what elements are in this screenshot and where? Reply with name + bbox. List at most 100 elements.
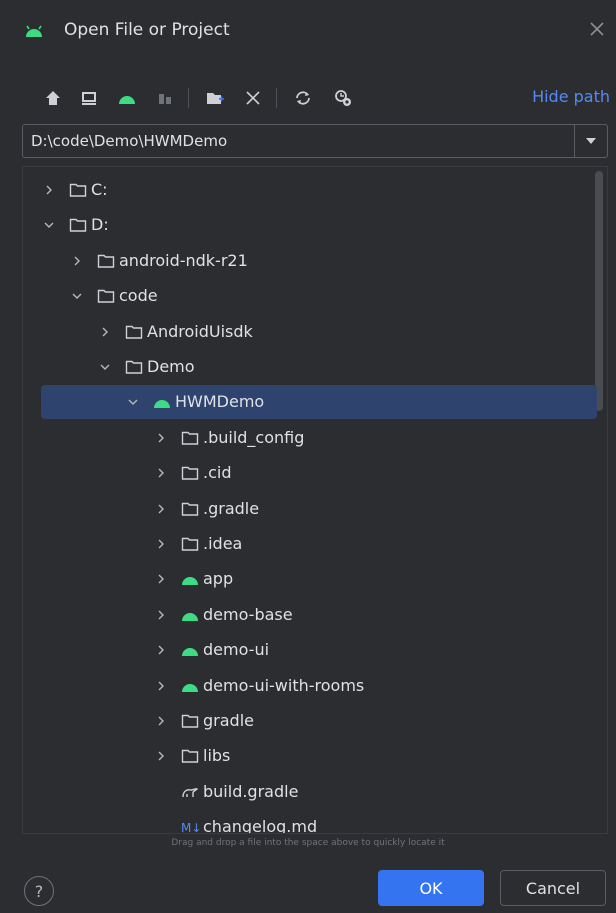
android-module-icon	[182, 577, 198, 586]
tree-item-label: demo-ui	[203, 640, 270, 660]
android-icon	[26, 25, 42, 37]
refresh-button[interactable]	[292, 87, 314, 109]
tree-item-label: libs	[203, 746, 231, 766]
folder-icon	[97, 254, 115, 268]
tree-item-label: C:	[91, 180, 108, 199]
delete-button[interactable]	[242, 87, 264, 109]
chevron-right-icon[interactable]	[155, 715, 167, 727]
tree-item-label: android-ndk-r21	[119, 250, 248, 270]
tree-item-label: code	[119, 286, 158, 306]
tree-row[interactable]: D:	[23, 208, 607, 242]
chevron-right-icon[interactable]	[155, 503, 167, 515]
tree-row[interactable]: gradle	[23, 704, 607, 738]
chevron-down-icon[interactable]	[43, 219, 55, 231]
tree-row[interactable]: .cid	[23, 456, 607, 490]
tree-row[interactable]: demo-ui-with-rooms	[23, 669, 607, 703]
chevron-down-icon[interactable]	[71, 290, 83, 302]
new-folder-icon	[207, 93, 224, 104]
tree-row[interactable]: app	[23, 562, 607, 596]
module-button[interactable]	[154, 87, 176, 109]
desktop-icon	[82, 92, 96, 105]
cancel-button[interactable]: Cancel	[500, 870, 606, 906]
folder-icon	[181, 466, 199, 480]
drop-hint: Drag and drop a file into the space abov…	[171, 838, 445, 848]
chevron-right-icon[interactable]	[155, 750, 167, 762]
tree-row[interactable]: code	[23, 279, 607, 313]
delete-icon	[246, 91, 260, 105]
folder-icon	[181, 502, 199, 516]
tree-item-label: build.gradle	[203, 781, 299, 801]
toolbar	[0, 82, 616, 112]
tree-item-label: .idea	[203, 534, 243, 553]
gradle-icon	[182, 787, 199, 797]
tree-row[interactable]: build.gradle	[23, 775, 607, 809]
refresh-icon	[296, 91, 310, 105]
folder-icon	[181, 750, 199, 764]
close-button[interactable]	[586, 18, 608, 40]
tree-row[interactable]: Demo	[23, 350, 607, 384]
tree-item-label: AndroidUisdk	[147, 321, 253, 341]
tree-row[interactable]: .build_config	[23, 421, 607, 455]
toolbar-separator	[276, 88, 277, 108]
path-dropdown-button[interactable]	[574, 125, 607, 157]
chevron-right-icon[interactable]	[99, 326, 111, 338]
tree-row[interactable]: .idea	[23, 527, 607, 561]
tree-item-label: demo-ui-with-rooms	[203, 675, 365, 695]
desktop-button[interactable]	[78, 87, 100, 109]
svg-text:M↓: M↓	[181, 821, 199, 834]
home-icon	[46, 91, 60, 105]
tree-item-label: .cid	[203, 463, 232, 483]
tree-item-label: changelog.md	[203, 817, 318, 834]
home-button[interactable]	[42, 87, 64, 109]
title-bar: Open File or Project	[0, 0, 616, 62]
tree-row[interactable]: demo-ui	[23, 633, 607, 667]
module-icon	[159, 94, 171, 104]
tree-row[interactable]: C:	[23, 173, 607, 207]
android-module-icon	[182, 648, 198, 657]
path-input[interactable]	[23, 125, 573, 157]
android-module-icon	[182, 612, 198, 621]
tree-item-label: Demo	[147, 357, 195, 376]
tree-row[interactable]: .gradle	[23, 492, 607, 526]
chevron-down-icon[interactable]	[99, 361, 111, 373]
tree-row[interactable]: android-ndk-r21	[23, 244, 607, 278]
chevron-right-icon[interactable]	[43, 184, 55, 196]
tree-row[interactable]: libs	[23, 739, 607, 773]
dialog-title: Open File or Project	[64, 20, 230, 40]
hide-path-link[interactable]: Hide path	[532, 87, 610, 106]
chevron-right-icon[interactable]	[71, 255, 83, 267]
chevron-down-icon[interactable]	[127, 396, 139, 408]
new-folder-button[interactable]	[204, 87, 226, 109]
folder-icon	[69, 219, 87, 233]
close-icon	[590, 22, 604, 36]
folder-icon	[181, 714, 199, 728]
folder-icon	[97, 289, 115, 303]
tree-row[interactable]: demo-base	[23, 598, 607, 632]
tree-item-label: gradle	[203, 711, 254, 730]
file-tree[interactable]: C: D: android-ndk-r21 code AndroidUisdk Demo H…	[22, 166, 608, 834]
tree-item-label: demo-base	[203, 604, 293, 624]
show-hidden-button[interactable]	[332, 87, 354, 109]
tree-row[interactable]: HWMDemo	[41, 385, 597, 420]
tree-item-label: .build_config	[203, 427, 305, 447]
chevron-right-icon[interactable]	[155, 467, 167, 479]
chevron-right-icon[interactable]	[155, 432, 167, 444]
markdown-icon: M↓	[181, 821, 199, 834]
chevron-right-icon[interactable]	[155, 538, 167, 550]
chevron-right-icon[interactable]	[155, 680, 167, 692]
tree-row[interactable]: M↓ changelog.md	[23, 810, 607, 834]
chevron-right-icon[interactable]	[155, 644, 167, 656]
android-project-button[interactable]	[116, 87, 138, 109]
chevron-down-icon	[586, 138, 596, 144]
ok-button[interactable]: OK	[378, 870, 484, 906]
help-button[interactable]: ?	[24, 876, 54, 906]
tree-item-label: D:	[91, 215, 109, 235]
chevron-right-icon[interactable]	[155, 573, 167, 585]
tree-item-label: HWMDemo	[175, 392, 265, 412]
toolbar-separator	[188, 88, 189, 108]
tree-row[interactable]: AndroidUisdk	[23, 315, 607, 349]
folder-icon	[125, 325, 143, 339]
android-module-icon	[182, 683, 198, 692]
chevron-right-icon[interactable]	[155, 609, 167, 621]
path-combobox[interactable]	[22, 124, 608, 158]
